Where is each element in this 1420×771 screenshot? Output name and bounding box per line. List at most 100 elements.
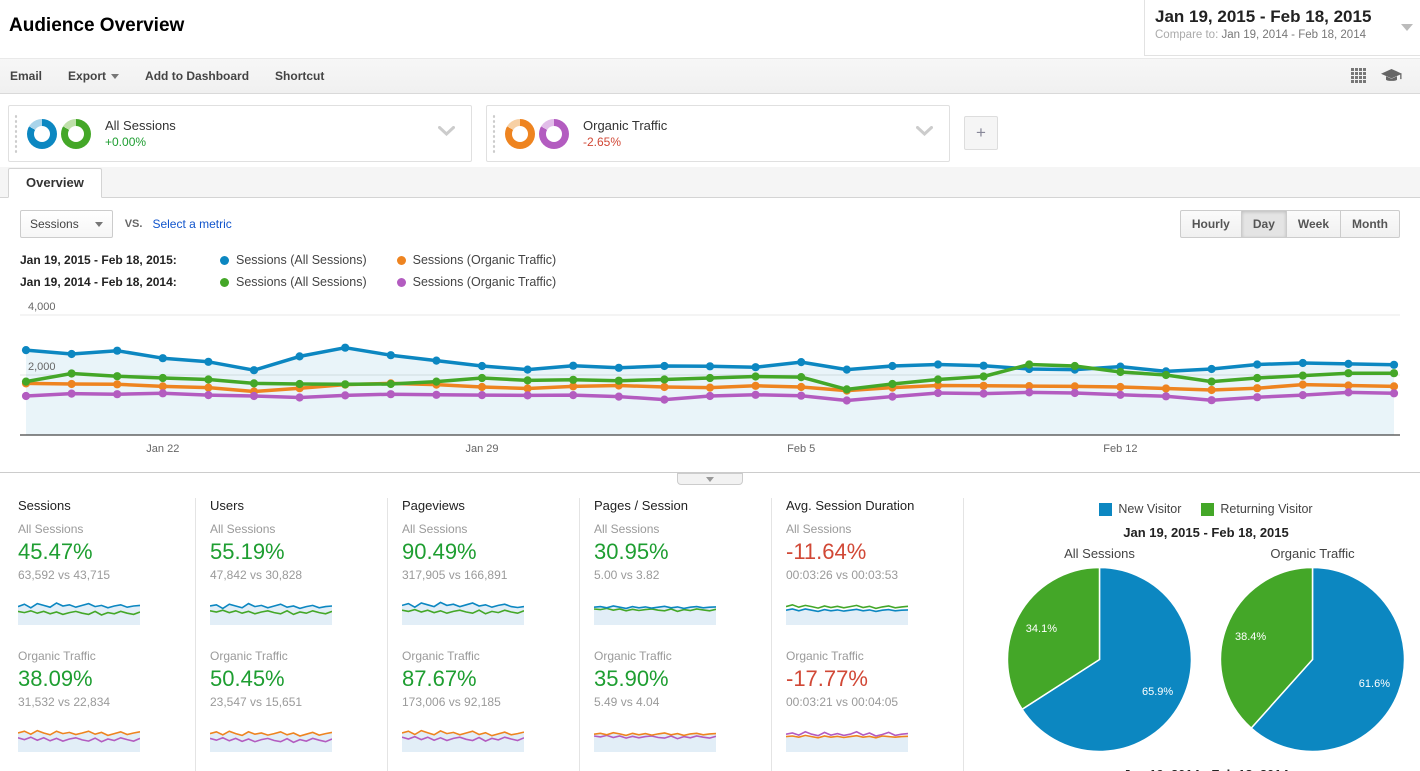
metric-block: Organic Traffic 50.45% 23,547 vs 15,651 <box>210 649 375 752</box>
metric-change-value: 45.47% <box>18 539 93 564</box>
metric-change-value: 35.90% <box>594 666 669 691</box>
svg-text:4,000: 4,000 <box>28 301 56 313</box>
pie-period-bottom: Jan 19, 2014 - Feb 18, 2014 <box>1006 767 1406 771</box>
pie-chart: 65.9% 34.1% <box>1006 566 1193 758</box>
granularity-month-button[interactable]: Month <box>1341 210 1400 238</box>
series-dot-icon <box>396 277 406 287</box>
granularity-day-button[interactable]: Day <box>1241 210 1287 238</box>
granularity-week-button[interactable]: Week <box>1286 210 1342 238</box>
pie-period-top: Jan 19, 2015 - Feb 18, 2015 <box>1123 525 1289 540</box>
metric-block: Organic Traffic -17.77% 00:03:21 vs 00:0… <box>786 649 951 752</box>
pie-legend-item: New Visitor <box>1099 502 1181 516</box>
metric-block: All Sessions 90.49% 317,905 vs 166,891 <box>402 522 567 625</box>
add-to-dashboard-button[interactable]: Add to Dashboard <box>145 69 249 83</box>
chart-controls: Sessions VS. Select a metric Hourly Day We… <box>20 210 1400 238</box>
legend-date: Jan 19, 2014 - Feb 18, 2014: <box>20 275 177 289</box>
metric-comparison-values: 317,905 vs 166,891 <box>402 568 508 582</box>
metric-column-pageviews: Pageviews All Sessions 90.49% 317,905 vs… <box>402 498 580 771</box>
metric-change-value: 87.67% <box>402 666 477 691</box>
date-compare: Compare to: Jan 19, 2014 - Feb 18, 2014 <box>1155 29 1394 41</box>
metric-segment-label: Organic Traffic <box>594 649 672 663</box>
series-dot-icon <box>396 255 406 265</box>
export-button[interactable]: Export <box>68 69 120 83</box>
svg-text:2,000: 2,000 <box>28 361 56 373</box>
metric-comparison-values: 31,532 vs 22,834 <box>18 695 111 709</box>
legend-item: Sessions (All Sessions) <box>220 253 367 267</box>
chevron-down-icon[interactable] <box>1401 24 1413 31</box>
metric-sparkline <box>402 718 567 752</box>
metric-title: Sessions <box>18 498 71 513</box>
graduation-cap-icon[interactable] <box>1381 68 1402 84</box>
segment-card-organic-traffic[interactable]: Organic Traffic -2.65% <box>486 105 950 162</box>
metric-block: All Sessions 45.47% 63,592 vs 43,715 <box>18 522 183 625</box>
metric-column-sessions: Sessions All Sessions 45.47% 63,592 vs 4… <box>18 498 196 771</box>
metric-select-dropdown[interactable]: Sessions <box>20 210 113 238</box>
chevron-down-icon[interactable] <box>438 126 455 136</box>
add-segment-button[interactable]: + <box>964 116 998 150</box>
tab-overview[interactable]: Overview <box>8 168 102 198</box>
header: Audience Overview Jan 19, 2015 - Feb 18,… <box>0 0 1420 58</box>
segment-name: All Sessions <box>105 118 176 133</box>
metric-change-value: 38.09% <box>18 666 93 691</box>
segment-card-all-sessions[interactable]: All Sessions +0.00% <box>8 105 472 162</box>
segment-rings <box>505 118 569 149</box>
metric-comparison-values: 00:03:21 vs 00:04:05 <box>786 695 899 709</box>
metric-sparkline <box>786 718 951 752</box>
legend-row: Jan 19, 2015 - Feb 18, 2015: Sessions (A… <box>20 253 1400 267</box>
drag-handle[interactable] <box>492 114 496 153</box>
email-button[interactable]: Email <box>10 69 42 83</box>
pie-legend-item: Returning Visitor <box>1201 502 1313 516</box>
metric-block: Organic Traffic 35.90% 5.49 vs 4.04 <box>594 649 759 752</box>
date-range-selector[interactable]: Jan 19, 2015 - Feb 18, 2015 Compare to: … <box>1144 0 1420 56</box>
chevron-down-icon <box>706 476 714 482</box>
metric-block: Organic Traffic 38.09% 31,532 vs 22,834 <box>18 649 183 752</box>
series-dot-icon <box>220 255 229 265</box>
metric-segment-label: Organic Traffic <box>210 649 288 663</box>
metric-segment-label: All Sessions <box>210 522 276 536</box>
metric-title: Users <box>210 498 244 513</box>
metric-comparison-values: 173,006 vs 92,185 <box>402 695 501 709</box>
metric-column-users: Users All Sessions 55.19% 47,842 vs 30,8… <box>210 498 388 771</box>
metric-change-value: -17.77% <box>786 666 868 691</box>
metric-sparkline <box>210 591 375 625</box>
metric-sparkline <box>18 718 183 752</box>
metric-change-value: -11.64% <box>786 539 867 564</box>
select-a-metric-link[interactable]: Select a metric <box>152 217 231 231</box>
metric-segment-label: All Sessions <box>594 522 660 536</box>
shortcut-button[interactable]: Shortcut <box>275 69 324 83</box>
date-compare-label: Compare to: <box>1155 29 1219 41</box>
pie-chart-label: Organic Traffic <box>1270 546 1355 561</box>
granularity-hourly-button[interactable]: Hourly <box>1179 210 1242 238</box>
metric-sparkline <box>210 718 375 752</box>
metric-comparison-values: 63,592 vs 43,715 <box>18 568 111 582</box>
metric-comparison-values: 47,842 vs 30,828 <box>210 568 303 582</box>
legend-item: Sessions (All Sessions) <box>220 275 367 289</box>
keyboard-grid-icon[interactable] <box>1351 68 1367 84</box>
drag-handle[interactable] <box>14 114 18 153</box>
legend-item: Sessions (Organic Traffic) <box>396 275 556 289</box>
chart-legend: Jan 19, 2015 - Feb 18, 2015: Sessions (A… <box>20 253 1400 289</box>
metric-sparkline <box>18 591 183 625</box>
segments-row: All Sessions +0.00% Organic Traffic -2.6… <box>0 94 1420 167</box>
svg-text:Feb 12: Feb 12 <box>1103 443 1137 455</box>
chevron-down-icon <box>94 221 103 227</box>
metric-title: Pageviews <box>402 498 465 513</box>
date-compare-range: Jan 19, 2014 - Feb 18, 2014 <box>1221 29 1366 41</box>
metric-change-value: 30.95% <box>594 539 669 564</box>
svg-text:38.4%: 38.4% <box>1235 631 1266 643</box>
metric-segment-label: All Sessions <box>402 522 468 536</box>
metric-segment-label: Organic Traffic <box>786 649 864 663</box>
metric-sparkline <box>402 591 567 625</box>
date-range-value: Jan 19, 2015 - Feb 18, 2015 <box>1155 7 1372 26</box>
legend-date: Jan 19, 2015 - Feb 18, 2015: <box>20 253 177 267</box>
metric-title: Pages / Session <box>594 498 688 513</box>
metric-title: Avg. Session Duration <box>786 498 915 513</box>
chart-collapse-button[interactable] <box>677 473 743 485</box>
metric-select-value: Sessions <box>30 217 79 231</box>
pie-chart: 61.6% 38.4% <box>1219 566 1406 758</box>
series-dot-icon <box>220 277 229 287</box>
metric-comparison-values: 5.49 vs 4.04 <box>594 695 660 709</box>
chevron-down-icon[interactable] <box>916 126 933 136</box>
pie-chart-label: All Sessions <box>1064 546 1135 561</box>
pie-chart-all-sessions: All Sessions 65.9% 34.1% <box>1006 546 1193 758</box>
